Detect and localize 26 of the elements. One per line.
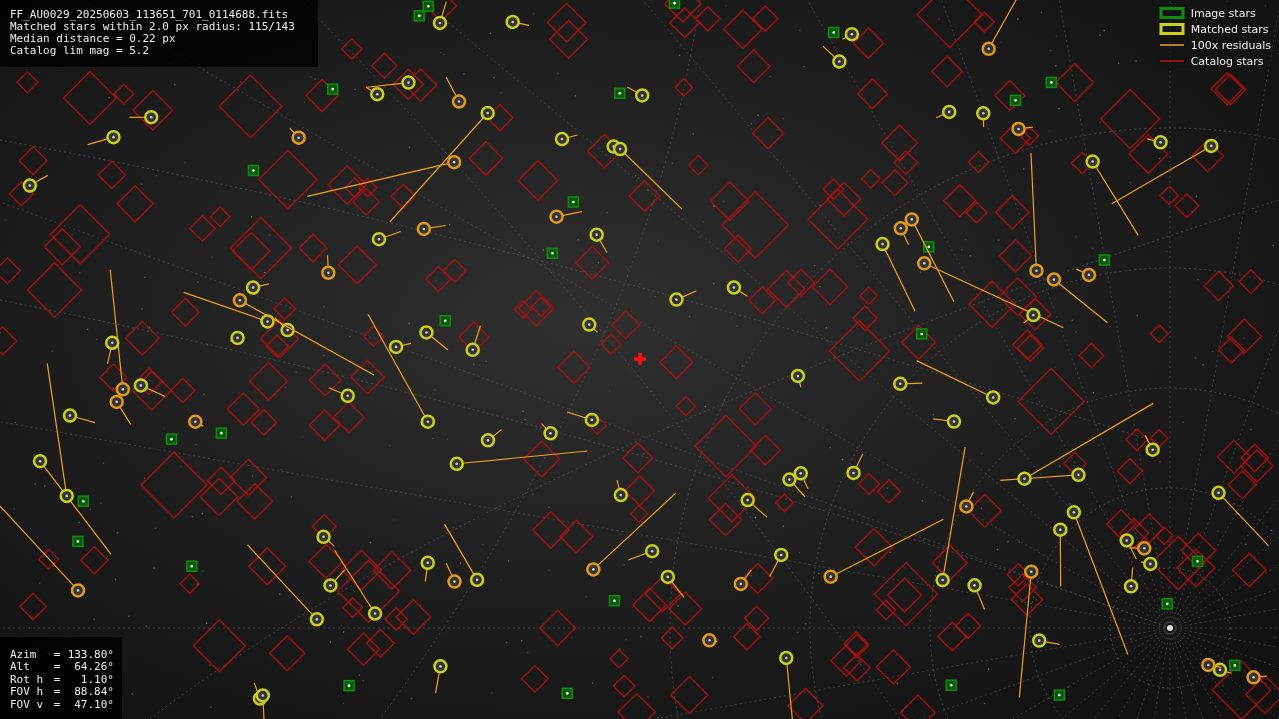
pointing-value: 47.10°: [73, 698, 114, 711]
legend-label: Image stars: [1190, 6, 1256, 20]
equals-sign: =: [53, 673, 62, 686]
pointing-value: 133.80°: [66, 648, 114, 661]
pointing-value: 88.84°: [73, 686, 114, 699]
pointing-value: 1.10°: [79, 673, 114, 686]
legend-label: Catalog stars: [1190, 54, 1264, 68]
info-text: Matched stars within 2.0 px radius: 115/143: [10, 21, 295, 33]
info-text: FF_AU0029_20250603_113651_701_0114688.fits: [10, 9, 289, 21]
pointing-label: FOV h: [10, 686, 45, 699]
equals-sign: =: [53, 698, 62, 711]
legend-label: Matched stars: [1190, 22, 1269, 36]
legend-label: 100x residuals: [1190, 38, 1271, 52]
pointing-label: Alt: [10, 661, 31, 674]
square-legend-icon: [1158, 7, 1185, 19]
pointing-label: FOV v: [10, 698, 45, 711]
info-text: Median distance = 0.22 px: [10, 33, 176, 45]
pointing-value: 64.26°: [73, 661, 114, 674]
pointing-label: Azim: [10, 648, 38, 661]
equals-sign: =: [53, 648, 62, 661]
pointing-label: Rot h: [10, 673, 45, 686]
equals-sign: =: [53, 661, 62, 674]
center-cross-icon: [632, 351, 648, 367]
equals-sign: =: [53, 686, 62, 699]
info-text: Catalog lim mag = 5.2: [10, 45, 150, 57]
square-legend-icon: [1158, 23, 1185, 35]
